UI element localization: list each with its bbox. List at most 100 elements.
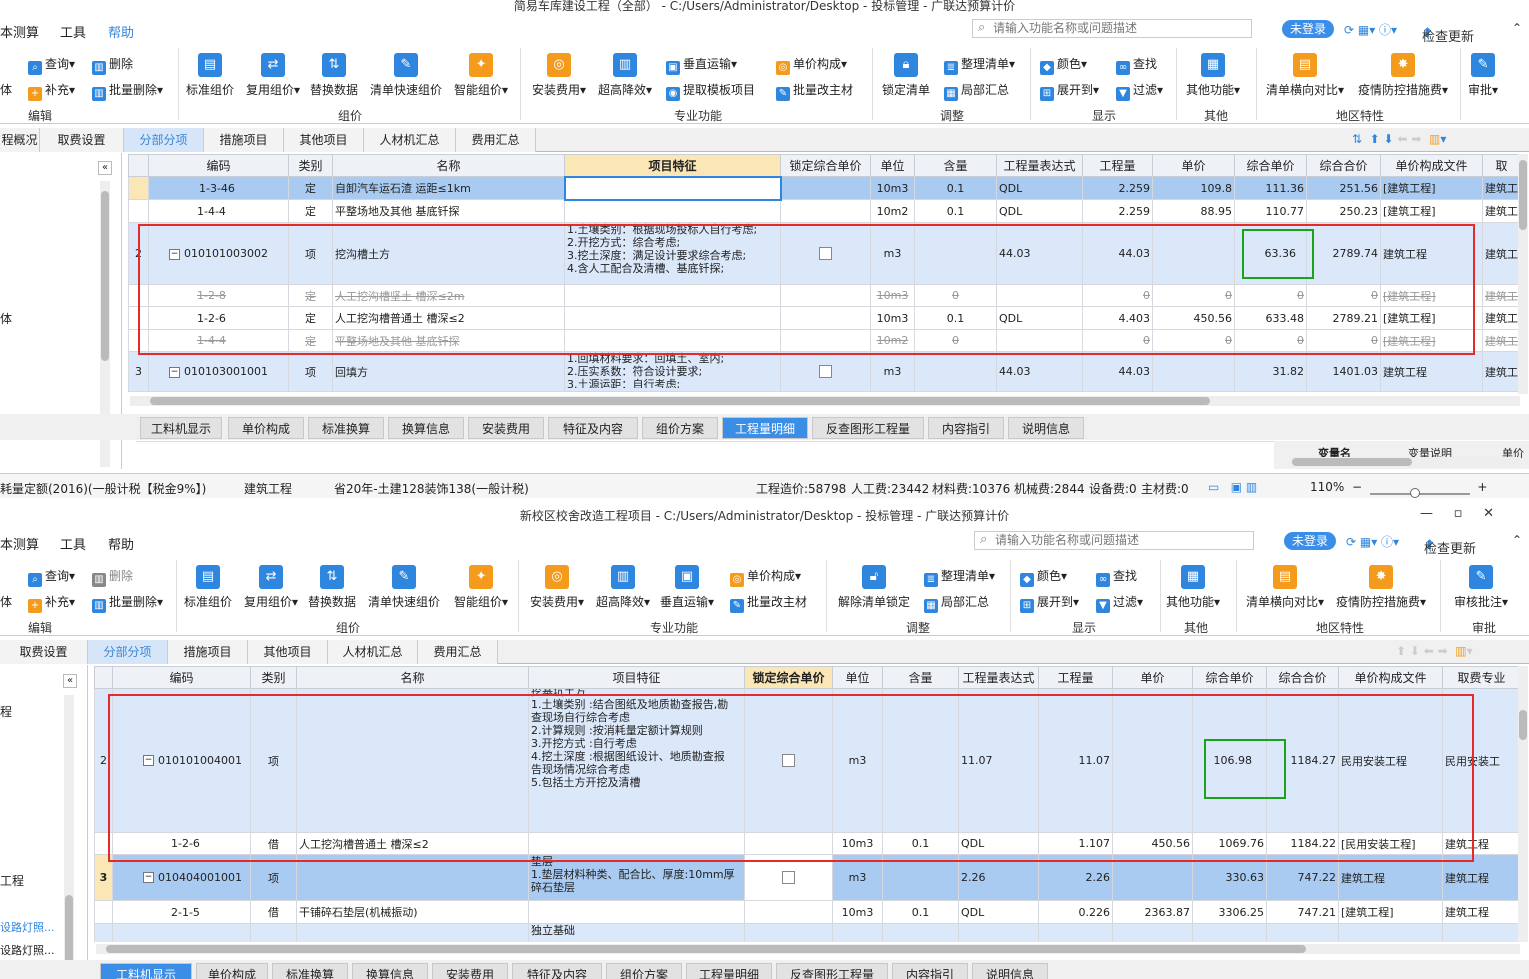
btab[interactable]: 工料机显示 bbox=[100, 963, 192, 979]
btab[interactable]: 工料机显示 bbox=[140, 417, 222, 439]
col-header[interactable]: 单价 bbox=[1112, 666, 1193, 689]
col-header[interactable]: 锁定综合单价 bbox=[744, 666, 833, 689]
tab-labor-material[interactable]: 人材机汇总 bbox=[328, 640, 418, 664]
expand-to-button[interactable]: ⊞ 展开到▾ bbox=[1040, 81, 1099, 101]
unlock-list-button[interactable]: 🔓︎ 解除清单锁定 bbox=[838, 565, 910, 610]
tab-measures[interactable]: 措施项目 bbox=[204, 128, 284, 152]
nav-arrows[interactable]: ⇅ ⬆ ⬇ ⬅ ➡ ▥▾ bbox=[1352, 132, 1446, 146]
menu-item[interactable]: 帮助 bbox=[108, 534, 134, 553]
table-row[interactable]: 1-3-46 定 自卸汽车运石渣 运距≤1km 10m3 0.1 QDL 2.2… bbox=[128, 175, 1521, 201]
tree-item[interactable]: 工程 bbox=[0, 872, 24, 889]
color-button[interactable]: ◆ 颜色▾ bbox=[1020, 567, 1067, 587]
epidemic-fee-button[interactable]: ✸ 疫情防控措施费▾ bbox=[1358, 53, 1448, 98]
btab[interactable]: 组价方案 bbox=[606, 963, 682, 979]
delete-button[interactable]: ▥ 删除 bbox=[92, 55, 133, 75]
btab[interactable]: 单价构成 bbox=[228, 417, 304, 439]
smart-pricing-button[interactable]: ✦ 智能组价▾ bbox=[454, 53, 508, 98]
btab[interactable]: 标准换算 bbox=[308, 417, 384, 439]
btab[interactable]: 反查图形工程量 bbox=[812, 417, 924, 439]
row-feature-editing[interactable] bbox=[563, 175, 782, 201]
col-header[interactable]: 编码 bbox=[112, 666, 251, 689]
find-button[interactable]: ∞ 查找 bbox=[1116, 55, 1157, 75]
toolbar-right-icons[interactable]: ⟳ ▦▾ ⓘ▾ bbox=[1346, 533, 1399, 550]
col-header[interactable]: 综合单价 bbox=[1192, 666, 1267, 689]
tab-fee-settings[interactable]: 取费设置 bbox=[40, 128, 124, 152]
expand-to-button[interactable]: ⊞ 展开到▾ bbox=[1020, 593, 1079, 613]
col-header[interactable]: 工程量表达式 bbox=[958, 666, 1039, 689]
vertical-transport-button[interactable]: ▣ 垂直运输▾ bbox=[660, 565, 714, 610]
batch-main-material-button[interactable]: ✎ 批量改主材 bbox=[776, 81, 853, 101]
col-header[interactable]: 项目特征 bbox=[528, 666, 745, 689]
batch-main-material-button[interactable]: ✎ 批量改主材 bbox=[730, 593, 807, 613]
col-header[interactable]: 工程量 bbox=[1082, 154, 1153, 177]
tab-labor-material[interactable]: 人材机汇总 bbox=[364, 128, 456, 152]
epidemic-fee-button[interactable]: ✸ 疫情防控措施费▾ bbox=[1336, 565, 1426, 610]
collapse-toggle-icon[interactable]: − bbox=[169, 366, 180, 378]
organize-list-button[interactable]: ≣ 整理清单▾ bbox=[924, 567, 995, 587]
standard-pricing-button[interactable]: ▤ 标准组价 bbox=[186, 53, 234, 98]
btab[interactable]: 安装费用 bbox=[432, 963, 508, 979]
install-fee-button[interactable]: ◎ 安装费用▾ bbox=[532, 53, 586, 98]
other-functions-button[interactable]: ▦ 其他功能▾ bbox=[1166, 565, 1220, 610]
review-annotation-button[interactable]: ✎ 审核批注▾ bbox=[1454, 565, 1508, 610]
col-header[interactable]: 工程量表达式 bbox=[996, 154, 1083, 177]
tab-items[interactable]: 分部分项 bbox=[124, 128, 204, 152]
partial-summary-button[interactable]: ▦ 局部汇总 bbox=[944, 81, 1009, 101]
col-header[interactable]: 单位 bbox=[870, 154, 915, 177]
btab[interactable]: 特征及内容 bbox=[512, 963, 602, 979]
unit-composition-button[interactable]: ◎ 单价构成▾ bbox=[776, 55, 847, 75]
tree-item[interactable]: 程 bbox=[0, 703, 12, 720]
tree-item[interactable]: 体 bbox=[0, 310, 12, 327]
filter-button[interactable]: ▼ 过滤▾ bbox=[1116, 81, 1163, 101]
reuse-pricing-button[interactable]: ⇄ 复用组价▾ bbox=[246, 53, 300, 98]
list-compare-button[interactable]: ▤ 清单横向对比▾ bbox=[1246, 565, 1324, 610]
btab[interactable]: 工程量明细 bbox=[686, 963, 772, 979]
menu-item[interactable]: 帮助 bbox=[108, 22, 134, 41]
extract-template-button[interactable]: ◉ 提取模板项目 bbox=[666, 81, 755, 101]
collapse-icon[interactable]: ⌃ bbox=[1512, 21, 1522, 35]
table-row[interactable]: 1-4-4 定 平整场地及其他 基底钎探 10m2 0.1 QDL 2.259 … bbox=[128, 199, 1521, 223]
quick-pricing-button[interactable]: ✎ 清单快速组价 bbox=[370, 53, 442, 98]
btab[interactable]: 标准换算 bbox=[272, 963, 348, 979]
unit-composition-button[interactable]: ◎ 单价构成▾ bbox=[730, 567, 801, 587]
review-button[interactable]: ✎ 审批▾ bbox=[1468, 53, 1498, 98]
col-header[interactable]: 单位 bbox=[832, 666, 883, 689]
search-input[interactable]: 请输入功能名称或问题描述 bbox=[974, 531, 1254, 550]
collapse-toggle-icon[interactable]: − bbox=[143, 872, 154, 883]
table-hscrollbar[interactable] bbox=[130, 396, 1520, 406]
list-compare-button[interactable]: ▤ 清单横向对比▾ bbox=[1266, 53, 1344, 98]
btab[interactable]: 特征及内容 bbox=[548, 417, 638, 439]
tab-items[interactable]: 分部分项 bbox=[88, 640, 168, 664]
col-header[interactable]: 类别 bbox=[288, 154, 333, 177]
btab[interactable]: 说明信息 bbox=[972, 963, 1048, 979]
window-controls[interactable]: — ▫ ✕ bbox=[1420, 506, 1494, 521]
col-header[interactable]: 单价构成文件 bbox=[1380, 154, 1483, 177]
search-input[interactable]: 请输入功能名称或问题描述 bbox=[972, 19, 1252, 38]
query-button[interactable]: ⌕ 查询▾ bbox=[28, 567, 75, 587]
reuse-pricing-button[interactable]: ⇄ 复用组价▾ bbox=[244, 565, 298, 610]
zoom-slider[interactable]: − + bbox=[1352, 480, 1487, 498]
col-header[interactable]: 取 bbox=[1482, 154, 1521, 177]
col-header[interactable]: 综合合价 bbox=[1266, 666, 1339, 689]
view-icons[interactable]: ▭ ▣ ▥ bbox=[1208, 480, 1257, 494]
tab-other-items[interactable]: 其他项目 bbox=[248, 640, 328, 664]
btab[interactable]: 换算信息 bbox=[352, 963, 428, 979]
tab-fee-settings[interactable]: 取费设置 bbox=[0, 640, 88, 664]
btab[interactable]: 单价构成 bbox=[196, 963, 268, 979]
table-row[interactable]: 2-1-5 借 干铺碎石垫层(机械振动) 10m3 0.1 QDL 0.226 … bbox=[94, 900, 1521, 924]
lock-price-checkbox[interactable] bbox=[780, 351, 871, 392]
supplement-button[interactable]: + 补充▾ bbox=[28, 593, 75, 613]
left-scrollbar[interactable] bbox=[64, 695, 74, 979]
menu-item[interactable]: 本测算 bbox=[0, 22, 39, 41]
btab[interactable]: 说明信息 bbox=[1008, 417, 1084, 439]
color-button[interactable]: ◆ 颜色▾ bbox=[1040, 55, 1087, 75]
col-header[interactable]: 类别 bbox=[250, 666, 297, 689]
table-row[interactable]: 3 −010103001001 项 回填方 1.回填材料要求：回填土、室内; 2… bbox=[128, 351, 1521, 392]
col-header[interactable]: 项目特征 bbox=[564, 154, 781, 177]
menu-item[interactable]: 本测算 bbox=[0, 534, 39, 553]
lock-list-button[interactable]: 🔒︎ 锁定清单 bbox=[882, 53, 930, 98]
query-button[interactable]: ⌕ 查询▾ bbox=[28, 55, 75, 75]
btab[interactable]: 内容指引 bbox=[892, 963, 968, 979]
btab[interactable]: 内容指引 bbox=[928, 417, 1004, 439]
tree-item[interactable]: 设路灯照... bbox=[0, 919, 55, 935]
